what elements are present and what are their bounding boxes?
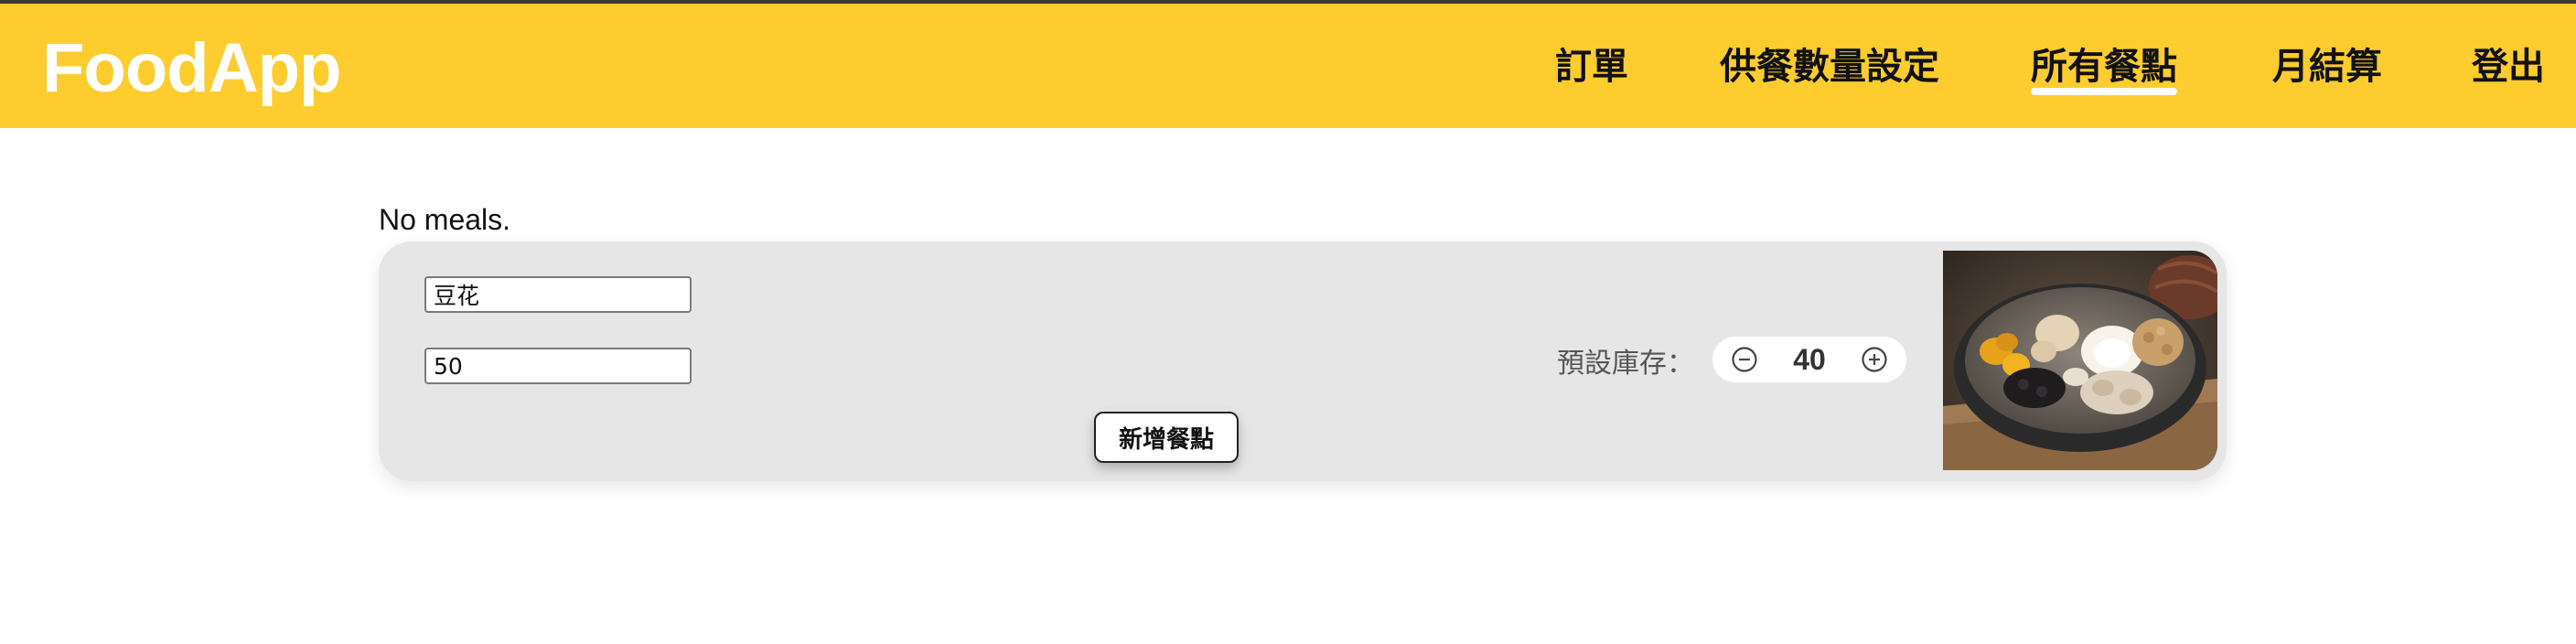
default-stock-label: 預設庫存： (1557, 348, 1694, 380)
meal-name-input[interactable] (424, 276, 692, 313)
app-header: FoodApp 訂單 供餐數量設定 所有餐點 月結算 登出 (0, 4, 2576, 128)
add-meal-button[interactable]: 新增餐點 (1094, 412, 1239, 463)
nav-all-meals-label: 所有餐點 (2031, 46, 2177, 88)
nav-supply-settings[interactable]: 供餐數量設定 (1720, 44, 1939, 90)
empty-meals-message: No meals. (379, 203, 511, 236)
stock-stepper: 40 (1712, 337, 1906, 382)
dessert-bowl-icon (1943, 251, 2217, 470)
plus-circle-icon[interactable] (1861, 346, 1888, 373)
active-tab-underline (2031, 88, 2177, 95)
main-nav: 訂單 供餐數量設定 所有餐點 月結算 登出 (0, 4, 2576, 128)
meal-price-input[interactable] (424, 348, 692, 384)
nav-all-meals[interactable]: 所有餐點 (2031, 44, 2177, 95)
nav-logout[interactable]: 登出 (2472, 44, 2545, 90)
new-meal-card: 新增餐點 預設庫存： 40 (379, 242, 2227, 481)
nav-orders[interactable]: 訂單 (1555, 44, 1628, 90)
meal-photo (1943, 251, 2217, 470)
minus-circle-icon[interactable] (1731, 346, 1758, 373)
nav-monthly-settlement[interactable]: 月結算 (2272, 44, 2382, 90)
stock-value: 40 (1793, 343, 1826, 376)
